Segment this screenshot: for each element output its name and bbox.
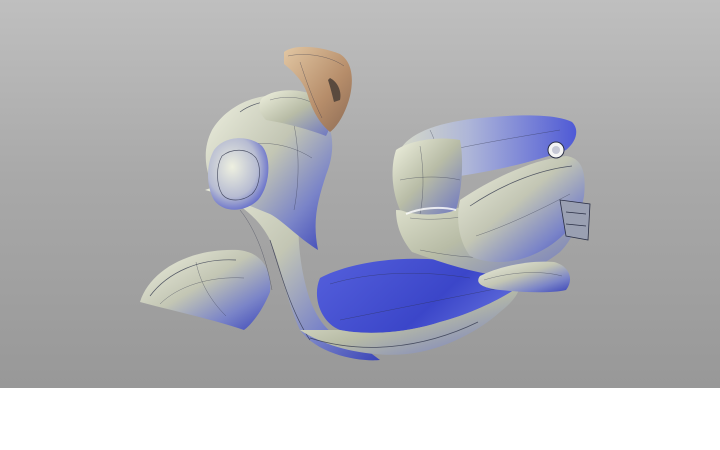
front-fender bbox=[140, 249, 271, 330]
tail-light bbox=[547, 141, 565, 159]
blank-footer bbox=[0, 388, 720, 450]
scooter-model-render bbox=[140, 46, 591, 361]
3d-viewport[interactable] bbox=[0, 0, 720, 388]
seat-front bbox=[392, 138, 463, 215]
